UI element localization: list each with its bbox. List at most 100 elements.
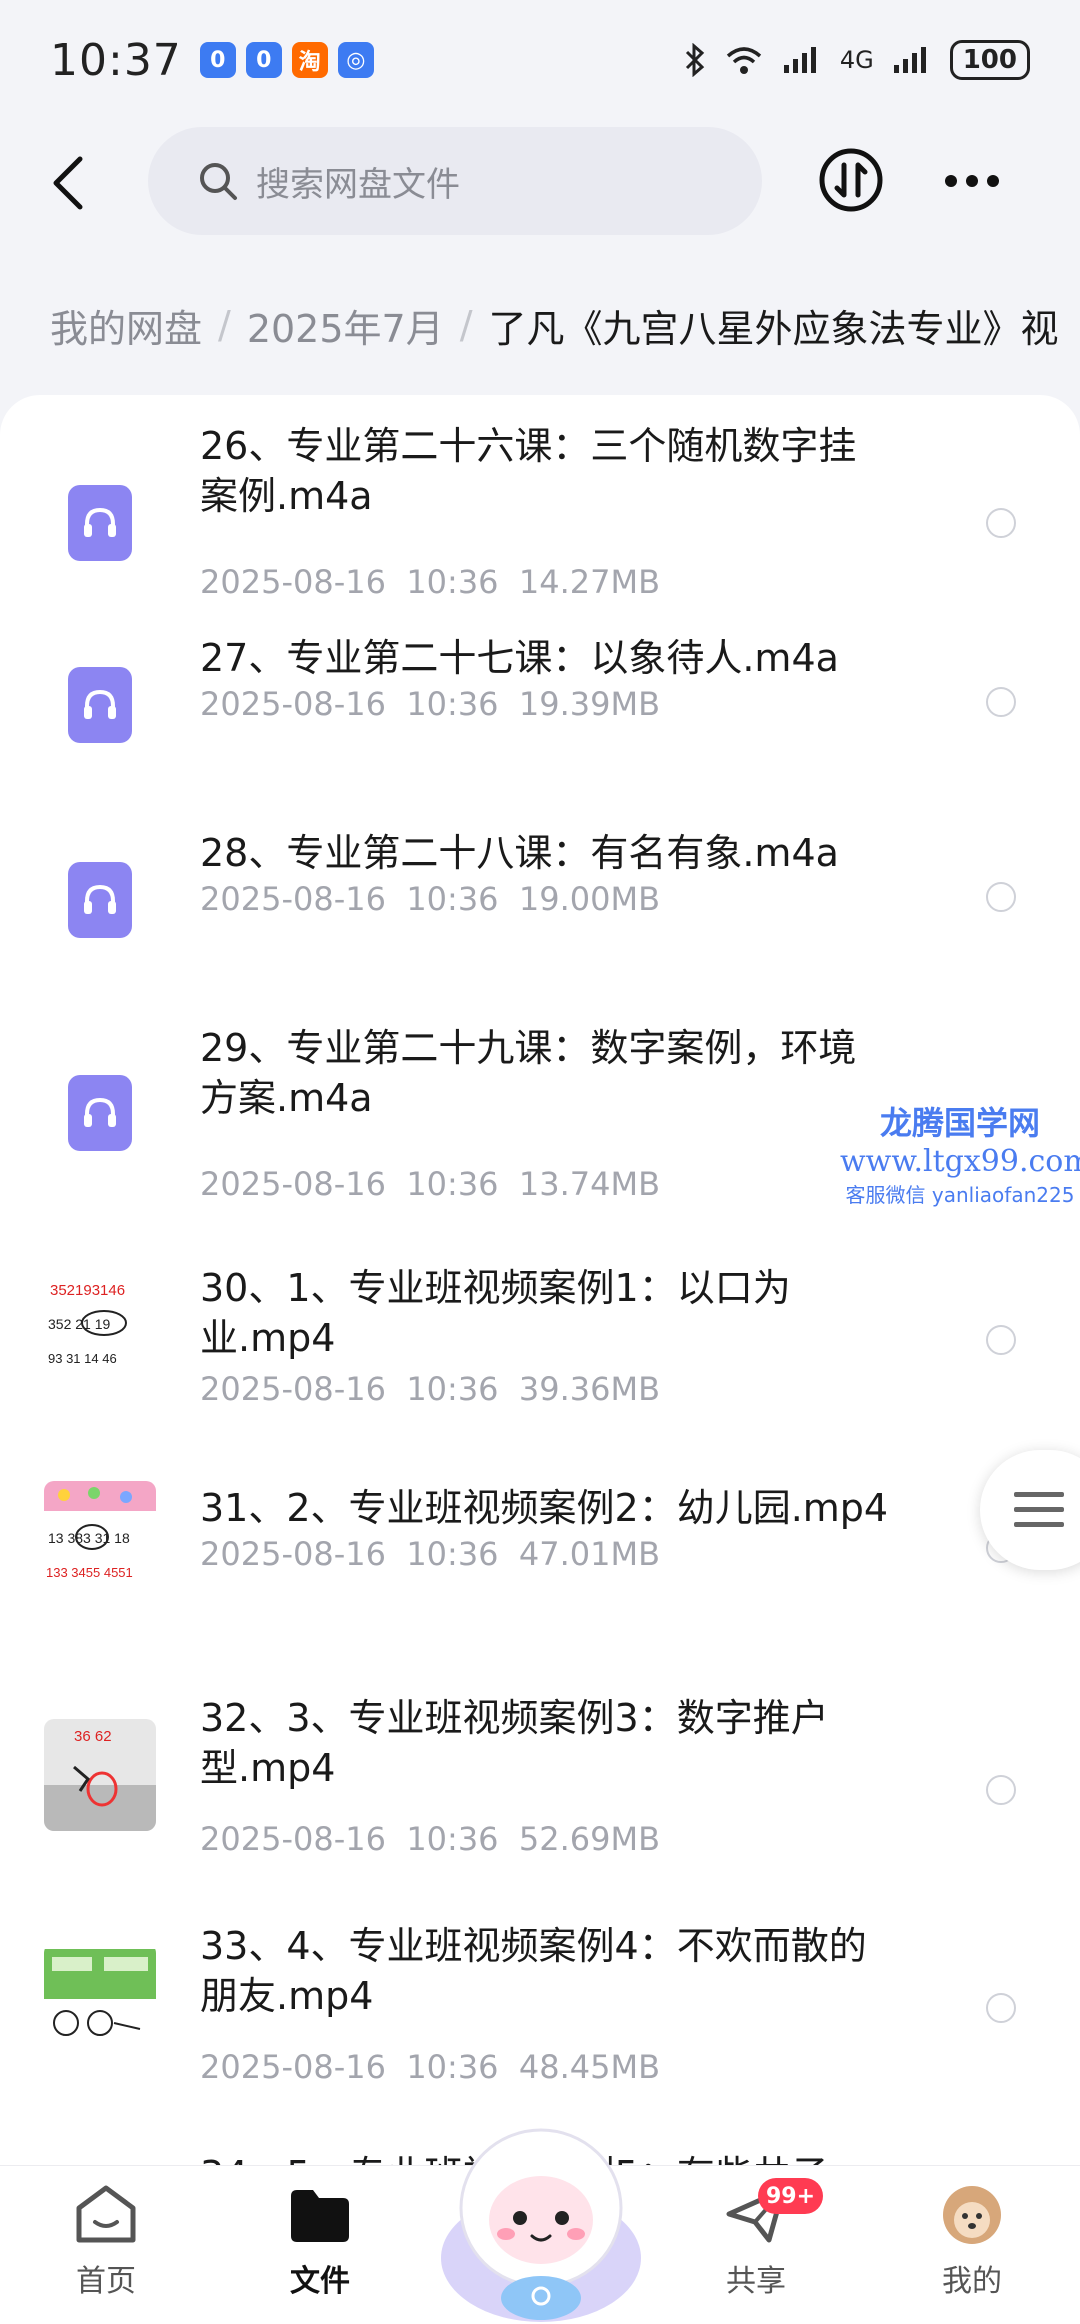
file-row[interactable]: 352193146 352 21 19 93 31 14 46 30、1、专业班…	[0, 1265, 1080, 1445]
file-row[interactable]: 26、专业第二十六课：三个随机数字挂 案例.m4a 2025-08-16 10:…	[0, 415, 1080, 605]
file-time: 10:36	[406, 685, 499, 723]
battery-indicator: 100	[949, 40, 1030, 80]
file-row[interactable]: 28、专业第二十八课：有名有象.m4a 2025-08-16 10:36 19.…	[0, 831, 1080, 992]
watermark-url: www.ltgx99.com	[840, 1144, 1080, 1179]
file-row[interactable]: 36 62 32、3、专业班视频案例3：数字推户 型.mp4 2025-08-1…	[0, 1695, 1080, 1875]
select-radio[interactable]	[986, 1993, 1016, 2023]
nav-label: 首页	[76, 2264, 136, 2299]
breadcrumb-item-current: 了凡《九宫八星外应象法专业》视	[488, 306, 1059, 351]
file-name-line: 32、3、专业班视频案例3：数字推户	[200, 1696, 829, 1740]
select-radio[interactable]	[986, 687, 1016, 717]
file-time: 10:36	[406, 880, 499, 918]
file-date: 2025-08-16	[200, 1165, 386, 1203]
file-list: 26、专业第二十六课：三个随机数字挂 案例.m4a 2025-08-16 10:…	[0, 395, 1080, 2165]
thumb-text: 13 383 31 18	[48, 1530, 130, 1546]
signal-icon	[783, 47, 816, 73]
file-name-line: 28、专业第二十八课：有名有象.m4a	[200, 831, 839, 875]
nav-label: 我的	[942, 2264, 1002, 2299]
headphones-icon	[84, 689, 116, 719]
home-icon	[76, 2185, 136, 2243]
headphones-icon	[84, 1097, 116, 1127]
file-size: 19.39MB	[518, 685, 661, 723]
file-date: 2025-08-16	[200, 1535, 386, 1573]
breadcrumb-item-month[interactable]: 2025年7月	[247, 298, 444, 353]
file-size: 14.27MB	[518, 563, 661, 601]
network-type: 4G	[839, 46, 874, 74]
nav-files[interactable]: 文件	[260, 2184, 380, 2300]
breadcrumb-separator: /	[218, 303, 231, 347]
file-meta: 2025-08-16 10:36 19.00MB	[200, 880, 660, 918]
file-date: 2025-08-16	[200, 1370, 386, 1408]
file-time: 10:36	[406, 1165, 499, 1203]
select-radio[interactable]	[986, 508, 1016, 538]
select-radio[interactable]	[986, 1775, 1016, 1805]
video-thumbnail: 13 383 31 18 133 3455 4551	[44, 1481, 156, 1593]
more-button[interactable]	[940, 151, 1004, 211]
search-placeholder: 搜索网盘文件	[256, 164, 460, 205]
headphones-icon	[84, 884, 116, 914]
select-radio[interactable]	[986, 1325, 1016, 1355]
file-size: 13.74MB	[518, 1165, 661, 1203]
sort-icon	[819, 148, 883, 212]
file-meta: 2025-08-16 10:36 47.01MB	[200, 1535, 660, 1573]
file-name: 26、专业第二十六课：三个随机数字挂 案例.m4a	[200, 421, 920, 521]
file-time: 10:36	[406, 2048, 499, 2086]
file-name-line: 型.mp4	[200, 1746, 336, 1790]
mascot-icon	[441, 2128, 641, 2322]
back-button[interactable]	[40, 153, 96, 213]
file-meta: 2025-08-16 10:36 48.45MB	[200, 2048, 660, 2086]
signal-icon	[893, 47, 926, 73]
file-name-line: 29、专业第二十九课：数字案例，环境	[200, 1026, 857, 1070]
menu-lines-icon	[1014, 1492, 1064, 1527]
file-name: 27、专业第二十七课：以象待人.m4a	[200, 633, 920, 683]
file-row[interactable]: 13 383 31 18 133 3455 4551 31、2、专业班视频案例2…	[0, 1481, 1080, 1645]
select-radio[interactable]	[986, 882, 1016, 912]
file-size: 19.00MB	[518, 880, 661, 918]
thumb-text: 352 21 19	[48, 1316, 110, 1332]
chevron-left-icon	[53, 156, 83, 210]
breadcrumb-item-root[interactable]: 我的网盘	[50, 298, 202, 353]
top-bar: 搜索网盘文件	[0, 125, 1080, 240]
file-row[interactable]: 33、4、专业班视频案例4：不欢而散的 朋友.mp4 2025-08-16 10…	[0, 1923, 1080, 2103]
file-name: 31、2、专业班视频案例2：幼儿园.mp4	[200, 1483, 920, 1533]
file-date: 2025-08-16	[200, 880, 386, 918]
more-dots-icon	[945, 175, 999, 187]
video-thumbnail	[44, 1943, 156, 2055]
sort-button[interactable]	[818, 147, 884, 213]
breadcrumb: 我的网盘 / 2025年7月 / 了凡《九宫八星外应象法专业》视	[50, 295, 1080, 355]
file-name-line: 30、1、专业班视频案例1：以口为	[200, 1266, 791, 1310]
audio-file-icon	[68, 862, 132, 938]
breadcrumb-separator: /	[459, 303, 473, 347]
file-row[interactable]: 27、专业第二十七课：以象待人.m4a 2025-08-16 10:36 19.…	[0, 636, 1080, 797]
status-indicators: 4G 100	[684, 40, 1030, 80]
file-meta: 2025-08-16 10:36 52.69MB	[200, 1820, 660, 1858]
app-notification-icon: ◎	[337, 42, 374, 78]
file-name: 33、4、专业班视频案例4：不欢而散的 朋友.mp4	[200, 1921, 920, 2021]
file-time: 10:36	[406, 563, 499, 601]
file-time: 10:36	[406, 1535, 499, 1573]
status-bar: 10:37 0 0 淘 ◎ 4G 100	[0, 0, 1080, 120]
file-meta: 2025-08-16 10:36 39.36MB	[200, 1370, 660, 1408]
thumb-text: 36 62	[74, 1728, 112, 1745]
nav-share[interactable]: 99+ 共享	[696, 2178, 824, 2300]
file-time: 10:36	[406, 1370, 499, 1408]
file-name: 29、专业第二十九课：数字案例，环境 方案.m4a	[200, 1023, 920, 1123]
video-thumbnail: 352193146 352 21 19 93 31 14 46	[44, 1271, 156, 1383]
file-name-line: 33、4、专业班视频案例4：不欢而散的	[200, 1924, 867, 1968]
status-time: 10:37	[50, 34, 182, 86]
nav-label: 共享	[726, 2264, 786, 2299]
app-notification-icon: 0	[199, 42, 236, 78]
file-size: 48.45MB	[518, 2048, 661, 2086]
nav-home[interactable]: 首页	[46, 2184, 166, 2300]
mascot-assistant-button[interactable]	[436, 2108, 646, 2324]
folder-icon	[291, 2190, 349, 2242]
app-notification-icon: 0	[245, 42, 282, 78]
search-input[interactable]: 搜索网盘文件	[148, 127, 762, 235]
watermark-contact: 客服微信 yanliaofan225	[845, 1183, 1075, 1207]
file-time: 10:36	[406, 1820, 499, 1858]
file-meta: 2025-08-16 10:36 19.39MB	[200, 685, 660, 723]
watermark-title: 龙腾国学网	[879, 1104, 1040, 1142]
nav-mine[interactable]: 我的	[912, 2184, 1032, 2300]
file-date: 2025-08-16	[200, 563, 386, 601]
file-name-line: 27、专业第二十七课：以象待人.m4a	[200, 636, 839, 680]
